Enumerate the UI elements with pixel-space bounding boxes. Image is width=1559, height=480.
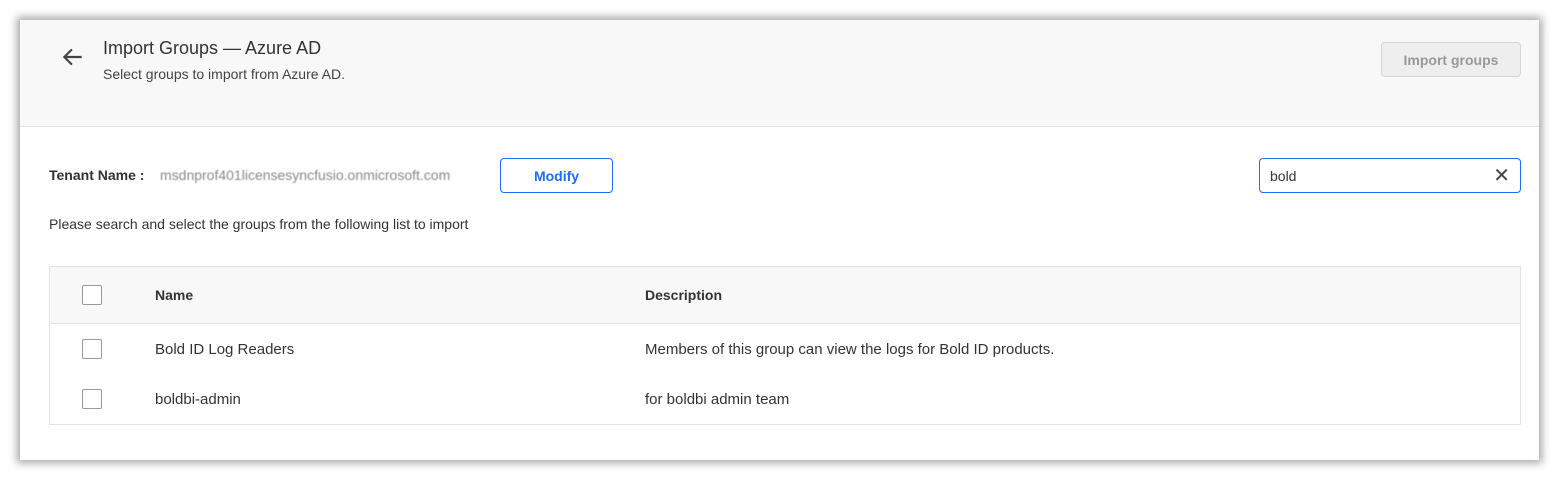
- search-box: ✕: [1259, 158, 1521, 193]
- clear-icon[interactable]: ✕: [1493, 163, 1510, 188]
- group-name: boldbi-admin: [155, 390, 241, 408]
- back-arrow-icon[interactable]: [60, 44, 86, 70]
- table-row[interactable]: Bold ID Log Readers Members of this grou…: [50, 324, 1520, 374]
- header: Import Groups — Azure AD Select groups t…: [20, 20, 1539, 127]
- select-all-checkbox[interactable]: [82, 285, 102, 305]
- tenant-name-value: msdnprof401licensesyncfusio.onmicrosoft.…: [160, 167, 451, 183]
- table-row[interactable]: boldbi-admin for boldbi admin team: [50, 374, 1520, 424]
- group-name: Bold ID Log Readers: [155, 340, 295, 358]
- modify-button[interactable]: Modify: [500, 158, 613, 193]
- page-subtitle: Select groups to import from Azure AD.: [103, 66, 345, 82]
- group-description: Members of this group can view the logs …: [645, 340, 1055, 358]
- groups-table: Name Description Bold ID Log Readers Mem…: [49, 266, 1521, 425]
- column-header-name[interactable]: Name: [155, 287, 193, 303]
- instruction-text: Please search and select the groups from…: [49, 216, 469, 232]
- import-groups-dialog: Import Groups — Azure AD Select groups t…: [20, 20, 1539, 460]
- row-checkbox[interactable]: [82, 389, 102, 409]
- page-title: Import Groups — Azure AD: [103, 38, 322, 58]
- search-input[interactable]: [1270, 167, 1494, 184]
- row-checkbox[interactable]: [82, 339, 102, 359]
- table-header: Name Description: [50, 267, 1520, 324]
- import-groups-button[interactable]: Import groups: [1381, 42, 1521, 77]
- tenant-name-label: Tenant Name :: [49, 167, 145, 183]
- column-header-description[interactable]: Description: [645, 287, 722, 303]
- group-description: for boldbi admin team: [645, 390, 790, 408]
